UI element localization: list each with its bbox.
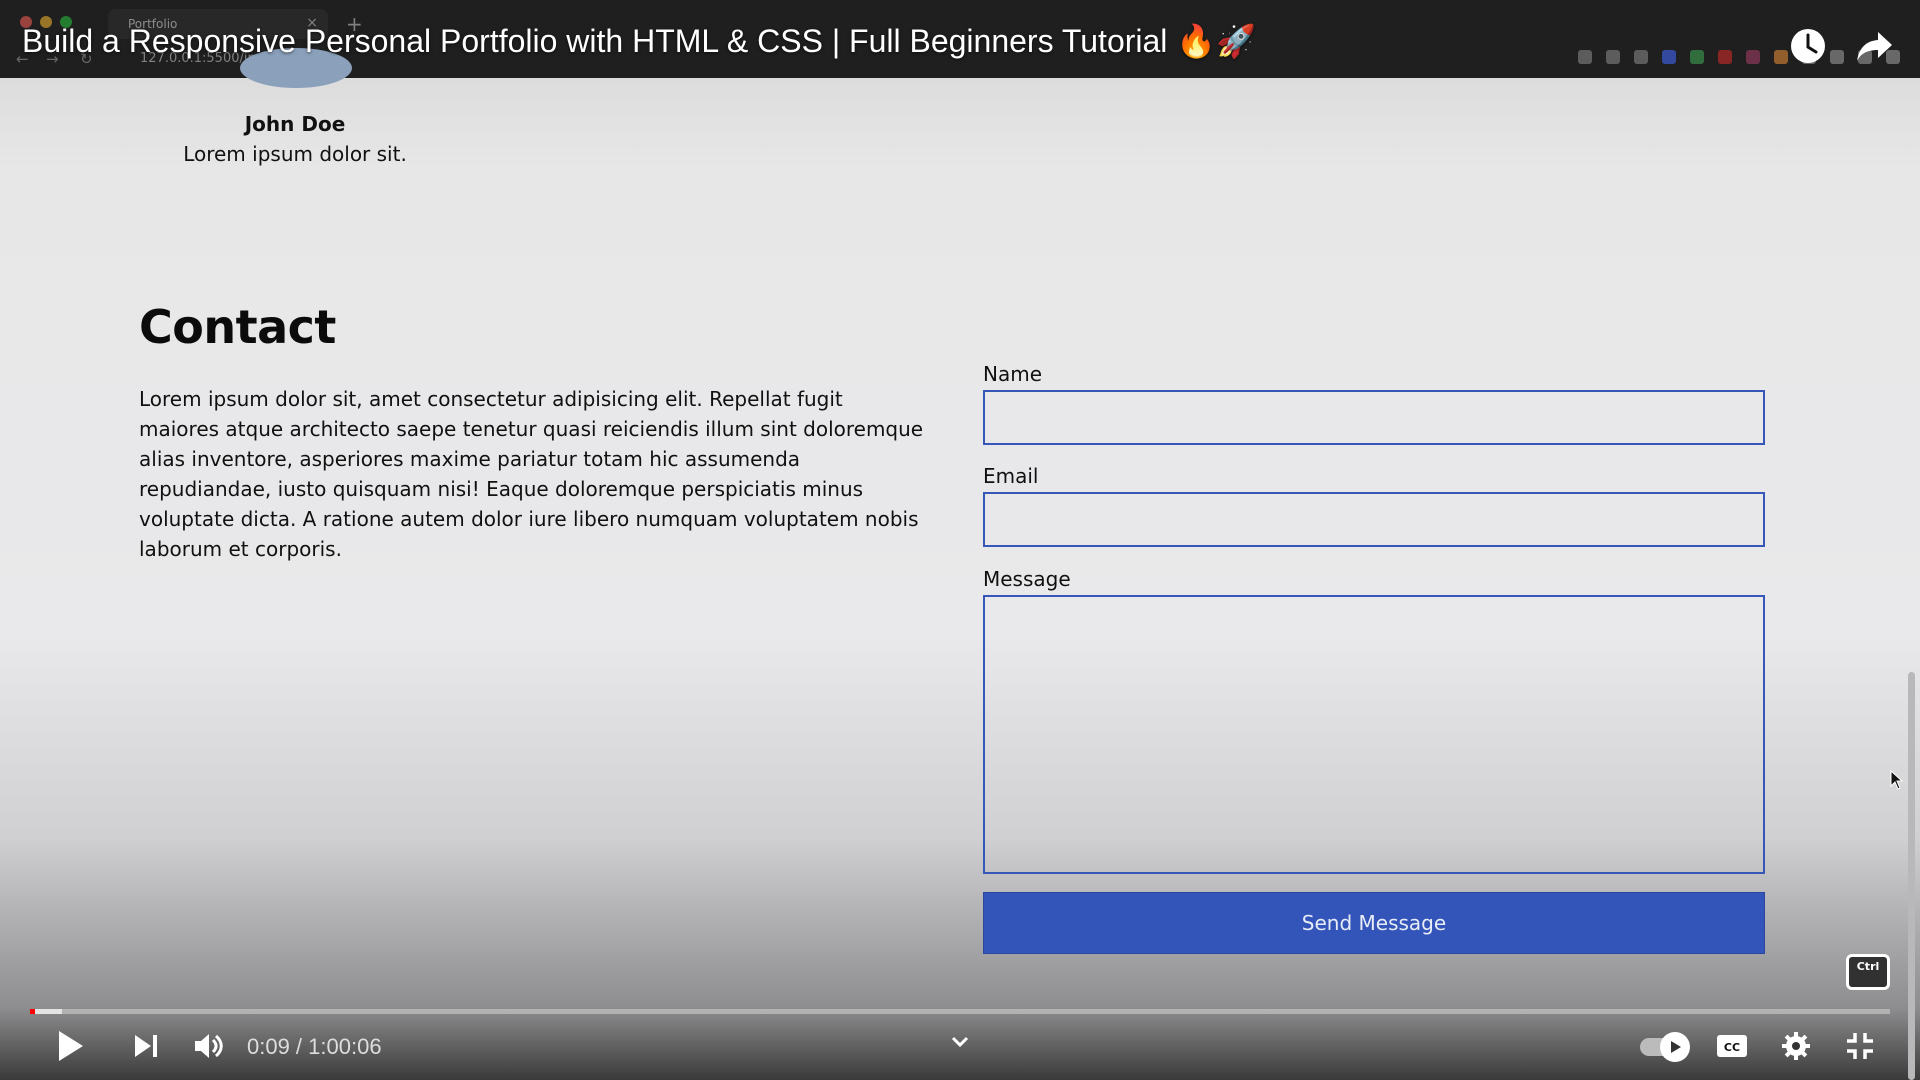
- bookmark-star-icon[interactable]: [1634, 50, 1648, 64]
- extension-orange-icon[interactable]: [1774, 50, 1788, 64]
- progress-bar[interactable]: [30, 1009, 1890, 1014]
- progress-played: [30, 1009, 35, 1014]
- sidebar-icon[interactable]: [1830, 50, 1844, 64]
- email-field[interactable]: [983, 492, 1765, 547]
- contact-heading: Contact: [139, 300, 336, 354]
- watch-later-icon[interactable]: [1788, 26, 1828, 66]
- name-field[interactable]: [983, 390, 1765, 445]
- message-label: Message: [983, 567, 1071, 591]
- play-icon: [59, 1031, 83, 1061]
- ctrl-key-icon: Ctrl: [1846, 954, 1890, 990]
- chevron-down-icon: [951, 1036, 969, 1048]
- settings-button[interactable]: [1776, 1028, 1816, 1064]
- extension-icons: [1578, 50, 1900, 64]
- extension-pink-icon[interactable]: [1746, 50, 1760, 64]
- gear-icon: [1782, 1032, 1810, 1060]
- volume-button[interactable]: [190, 1028, 226, 1064]
- send-message-button[interactable]: Send Message: [983, 892, 1765, 954]
- profile-name: John Doe: [244, 112, 346, 136]
- exit-fullscreen-button[interactable]: [1840, 1028, 1880, 1064]
- contact-description: Lorem ipsum dolor sit, amet consectetur …: [139, 387, 924, 561]
- next-button[interactable]: [128, 1028, 164, 1064]
- cc-icon: CC: [1717, 1035, 1747, 1057]
- captions-button[interactable]: CC: [1712, 1028, 1752, 1064]
- profile-role: Lorem ipsum dolor sit.: [183, 142, 407, 166]
- page-scrollbar[interactable]: [1908, 672, 1915, 1080]
- chapter-expand-button[interactable]: [946, 1032, 974, 1052]
- name-label: Name: [983, 362, 1043, 386]
- autoplay-play-icon: [1671, 1041, 1681, 1053]
- extension-shield-icon[interactable]: [1662, 50, 1676, 64]
- svg-text:CC: CC: [1724, 1041, 1740, 1054]
- volume-icon: [195, 1034, 223, 1058]
- page-content: John Doe Lorem ipsum dolor sit. Contact …: [0, 48, 1920, 1080]
- share-icon[interactable]: [1606, 50, 1620, 64]
- message-field[interactable]: [983, 595, 1765, 874]
- exit-fullscreen-icon: [1847, 1033, 1873, 1059]
- email-label: Email: [983, 464, 1039, 488]
- autoplay-toggle-knob[interactable]: [1660, 1032, 1690, 1062]
- extension-green-icon[interactable]: [1690, 50, 1704, 64]
- play-button[interactable]: [52, 1028, 88, 1064]
- video-title[interactable]: Build a Responsive Personal Portfolio wi…: [22, 22, 1256, 60]
- share-arrow-icon[interactable]: [1854, 26, 1894, 66]
- extension-red-icon[interactable]: [1718, 50, 1732, 64]
- mouse-cursor-icon: [1890, 770, 1904, 790]
- time-display: 0:09 / 1:00:06: [247, 1034, 382, 1059]
- next-icon: [135, 1035, 157, 1057]
- zoom-icon[interactable]: [1578, 50, 1592, 64]
